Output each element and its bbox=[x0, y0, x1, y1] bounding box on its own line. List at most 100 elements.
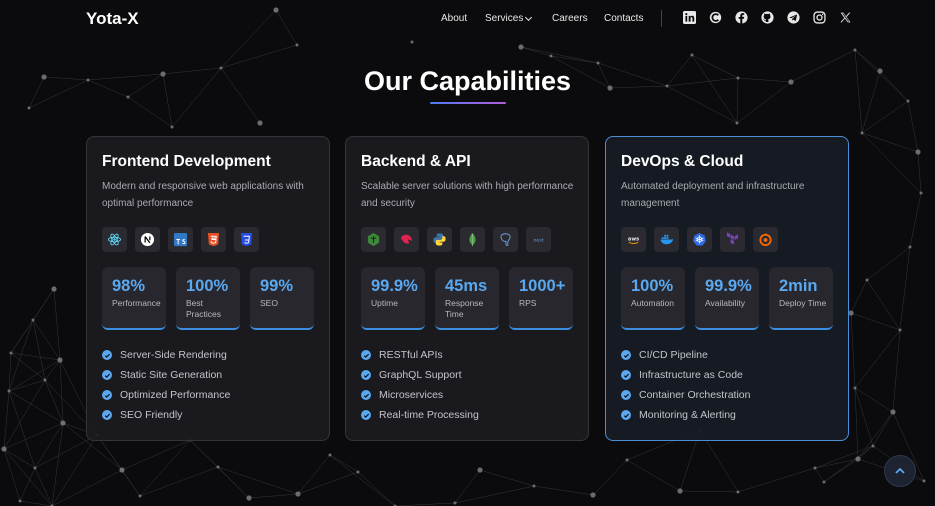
metric-label: Response Time bbox=[445, 298, 484, 319]
metric-card: 1000+ RPS bbox=[509, 267, 573, 330]
network-node bbox=[328, 453, 332, 457]
network-node bbox=[170, 125, 174, 129]
postgresql-icon bbox=[493, 227, 518, 252]
network-node bbox=[871, 444, 875, 448]
check-circle-icon bbox=[361, 370, 371, 380]
network-node bbox=[690, 53, 694, 57]
network-link bbox=[3, 422, 64, 450]
check-circle-icon bbox=[102, 410, 112, 420]
metric-label: Performance bbox=[112, 298, 161, 308]
network-link bbox=[454, 485, 535, 504]
network-link bbox=[679, 490, 739, 493]
network-link bbox=[872, 411, 894, 447]
network-link bbox=[592, 459, 628, 496]
network-link bbox=[19, 500, 53, 506]
x-icon[interactable] bbox=[839, 11, 852, 24]
nav-link-about[interactable]: About bbox=[441, 13, 485, 24]
network-link bbox=[861, 100, 909, 134]
card-description: Modern and responsive web applications w… bbox=[102, 181, 304, 209]
network-node bbox=[855, 456, 861, 462]
metric-value: 2min bbox=[779, 277, 818, 295]
feature-label: Static Site Generation bbox=[120, 369, 223, 381]
capability-card-backend[interactable]: Backend & API Scalable server solutions … bbox=[345, 136, 589, 441]
metric-label: RPS bbox=[519, 298, 537, 308]
check-circle-icon bbox=[102, 350, 112, 360]
metric-card: 100% Automation bbox=[621, 267, 685, 330]
network-link bbox=[850, 312, 856, 389]
network-link bbox=[823, 445, 874, 483]
nav-link-services[interactable]: Services bbox=[485, 13, 552, 24]
metrics-row: 98% Performance 100% Best Practices 99% … bbox=[102, 267, 314, 330]
codechef-icon[interactable] bbox=[709, 11, 722, 24]
metric-value: 98% bbox=[112, 277, 146, 295]
telegram-icon[interactable] bbox=[787, 11, 800, 24]
feature-list: RESTful APIs GraphQL Support Microservic… bbox=[361, 345, 479, 425]
network-link bbox=[917, 151, 922, 194]
feature-label: Infrastructure as Code bbox=[639, 369, 743, 381]
network-node bbox=[848, 310, 854, 316]
html5-icon bbox=[201, 227, 226, 252]
title-underline bbox=[430, 102, 506, 104]
check-circle-icon bbox=[361, 350, 371, 360]
network-link bbox=[44, 379, 64, 424]
facebook-icon[interactable] bbox=[735, 11, 748, 24]
network-link bbox=[121, 439, 191, 471]
nav-link-careers[interactable]: Careers bbox=[552, 13, 604, 24]
network-node bbox=[532, 484, 536, 488]
network-link bbox=[854, 387, 859, 460]
network-link bbox=[8, 390, 64, 424]
nestjs-text-icon: nest bbox=[526, 227, 551, 252]
network-node bbox=[356, 470, 360, 474]
network-node bbox=[1, 446, 7, 452]
network-node bbox=[246, 495, 252, 501]
scroll-to-top-button[interactable] bbox=[884, 455, 916, 487]
network-link bbox=[866, 279, 901, 331]
network-node bbox=[60, 420, 66, 426]
network-node bbox=[813, 466, 817, 470]
network-link bbox=[861, 132, 919, 153]
github-icon[interactable] bbox=[761, 11, 774, 24]
network-node bbox=[890, 409, 896, 415]
network-link bbox=[357, 471, 396, 506]
chevron-up-icon bbox=[895, 467, 905, 474]
network-link bbox=[121, 469, 141, 497]
network-link bbox=[626, 459, 681, 492]
card-title: Frontend Development bbox=[102, 153, 271, 170]
network-node bbox=[27, 106, 31, 110]
feature-label: Monitoring & Alerting bbox=[639, 409, 736, 421]
social-links bbox=[683, 11, 852, 24]
network-node bbox=[677, 488, 683, 494]
brand-logo[interactable]: Yota-X bbox=[86, 9, 139, 29]
network-link bbox=[3, 390, 10, 450]
network-node bbox=[31, 318, 35, 322]
network-link bbox=[53, 288, 61, 361]
metric-label: Deploy Time bbox=[779, 298, 827, 308]
network-node bbox=[736, 490, 740, 494]
network-link bbox=[34, 467, 53, 506]
metrics-row: 99.9% Uptime 45ms Response Time 1000+ RP… bbox=[361, 267, 573, 330]
check-circle-icon bbox=[621, 370, 631, 380]
svg-text:nest: nest bbox=[533, 237, 543, 243]
network-link bbox=[854, 387, 874, 447]
capability-card-devops[interactable]: DevOps & Cloud Automated deployment and … bbox=[605, 136, 849, 441]
metric-card: 99.9% Uptime bbox=[361, 267, 425, 330]
network-link bbox=[866, 246, 911, 281]
network-node bbox=[625, 458, 629, 462]
linkedin-icon[interactable] bbox=[683, 11, 696, 24]
metric-value: 99.9% bbox=[371, 277, 418, 295]
feature-item: Microservices bbox=[361, 385, 479, 405]
network-node bbox=[865, 278, 869, 282]
feature-item: Server-Side Rendering bbox=[102, 345, 230, 365]
instagram-icon[interactable] bbox=[813, 11, 826, 24]
nodejs-icon bbox=[361, 227, 386, 252]
feature-label: GraphQL Support bbox=[379, 369, 462, 381]
tech-icons bbox=[102, 227, 259, 252]
card-title: DevOps & Cloud bbox=[621, 153, 744, 170]
nav-link-contacts[interactable]: Contacts bbox=[604, 13, 643, 24]
mongodb-icon bbox=[460, 227, 485, 252]
capability-card-frontend[interactable]: Frontend Development Modern and responsi… bbox=[86, 136, 330, 441]
metric-value: 100% bbox=[186, 277, 229, 295]
feature-item: RESTful APIs bbox=[361, 345, 479, 365]
network-node bbox=[735, 121, 739, 125]
metric-value: 1000+ bbox=[519, 277, 566, 295]
